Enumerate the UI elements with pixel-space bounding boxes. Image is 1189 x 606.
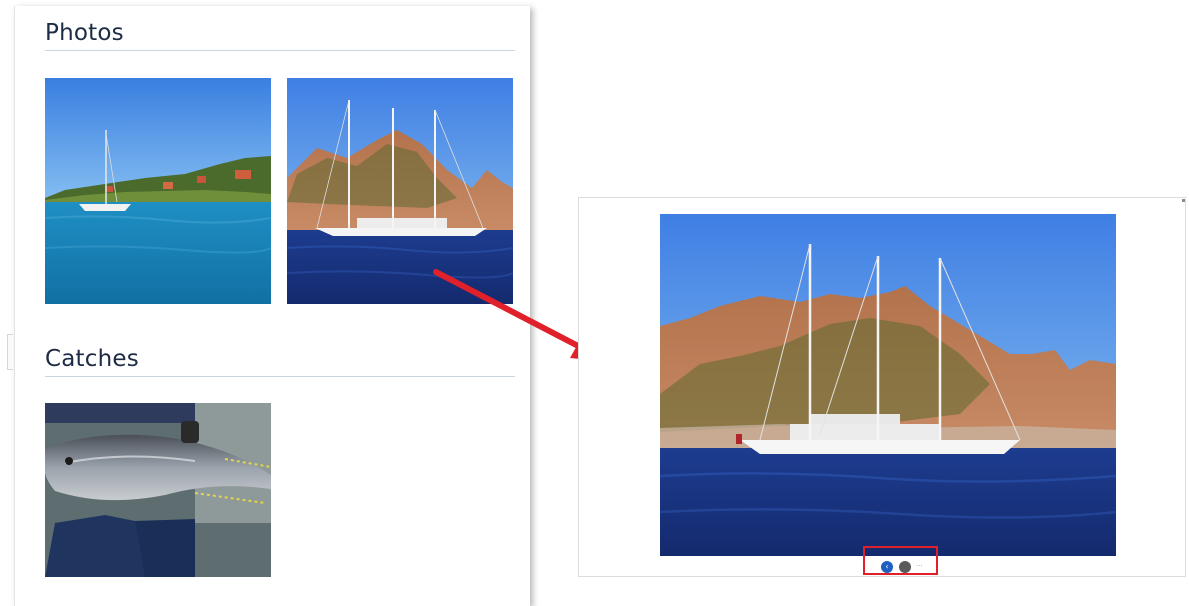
viewer-controls-highlight: ‹ ··· [863,546,938,575]
viewer-photo-sailboat[interactable] [660,214,1116,556]
gallery-panel: Photos Catches [14,6,530,606]
panel-side-tab[interactable] [7,334,13,370]
catches-heading: Catches [45,346,139,372]
circle-icon[interactable] [899,561,911,573]
chevron-left-icon[interactable]: ‹ [881,561,893,573]
photos-divider [45,50,515,51]
photos-heading: Photos [45,20,124,46]
viewer-corner-handle[interactable] [1182,199,1185,202]
photo-sailboat-image [287,78,513,304]
photo-thumbnail-bay[interactable] [45,78,271,304]
viewer-photo-image [660,214,1116,556]
more-options-icon[interactable]: ··· [916,560,923,572]
photo-thumbnail-sailboat[interactable] [287,78,513,304]
photo-viewer: ‹ ··· [578,197,1186,577]
catches-divider [45,376,515,377]
catch-thumbnail-tuna[interactable] [45,403,271,577]
photo-bay-image [45,78,271,304]
catch-tuna-image [45,403,271,577]
